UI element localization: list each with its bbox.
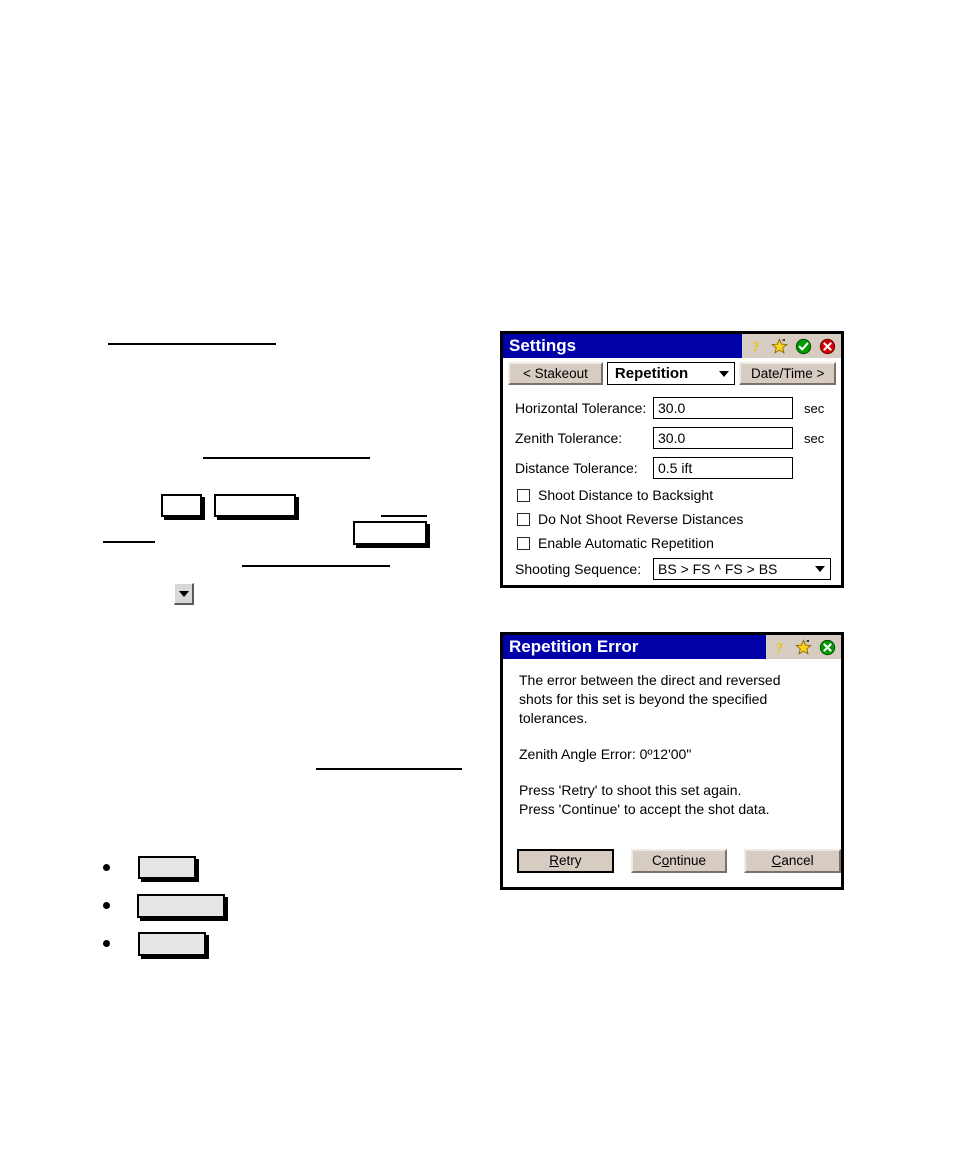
repetition-error-window: Repetition Error ? The error between the… — [500, 632, 844, 890]
distance-tolerance-row: Distance Tolerance: — [503, 453, 841, 483]
automatic-repetition-checkbox[interactable] — [517, 536, 530, 550]
error-message-body: The error between the direct and reverse… — [503, 659, 841, 819]
triangle-glyph — [178, 590, 189, 597]
list-bullet — [103, 940, 110, 947]
error-message-line-3: tolerances. — [519, 710, 588, 726]
no-reverse-distances-row[interactable]: Do Not Shoot Reverse Distances — [503, 507, 841, 531]
chevron-down-icon — [719, 370, 730, 377]
continue-label-rest: ntinue — [669, 853, 707, 868]
redacted-rule — [242, 565, 390, 567]
horizontal-tolerance-input[interactable] — [653, 397, 793, 419]
favorites-star-icon[interactable] — [771, 337, 788, 355]
redacted-button-placeholder — [161, 494, 202, 517]
retry-instruction: Press 'Retry' to shoot this set again. — [519, 782, 742, 798]
error-button-row: Retry Continue Cancel — [503, 849, 842, 873]
retry-button[interactable]: Retry — [517, 849, 614, 873]
close-icon[interactable] — [819, 639, 836, 656]
redacted-rule — [108, 343, 276, 345]
svg-text:?: ? — [776, 640, 783, 655]
repetition-settings-form: Horizontal Tolerance: sec Zenith Toleran… — [503, 388, 841, 583]
zenith-tolerance-row: Zenith Tolerance: sec — [503, 423, 841, 453]
settings-page-toolbar: < Stakeout Repetition Date/Time > — [503, 358, 841, 388]
error-title-icon-group: ? — [766, 635, 841, 659]
redacted-button-placeholder — [214, 494, 296, 517]
retry-label-rest: etry — [558, 853, 582, 868]
prev-page-button[interactable]: < Stakeout — [508, 362, 603, 385]
close-icon[interactable] — [819, 338, 836, 355]
list-bullet — [103, 902, 110, 909]
redacted-button-placeholder — [353, 521, 427, 545]
settings-window-title: Settings — [509, 336, 577, 355]
settings-title-bar: Settings ? — [503, 334, 841, 358]
continue-label-start: C — [651, 853, 662, 868]
accept-check-icon[interactable] — [795, 338, 812, 355]
redacted-button-placeholder — [138, 932, 206, 956]
error-message-line-2: shots for this set is beyond the specifi… — [519, 691, 768, 707]
help-icon[interactable]: ? — [771, 639, 788, 656]
redacted-rule — [381, 515, 427, 517]
settings-window: Settings ? < Stakeout Repetition Date/Ti… — [500, 331, 844, 588]
cancel-button[interactable]: Cancel — [744, 849, 842, 873]
shoot-distance-backsight-checkbox[interactable] — [517, 488, 530, 502]
shooting-sequence-value: BS > FS ^ FS > BS — [658, 561, 778, 577]
shoot-distance-backsight-row[interactable]: Shoot Distance to Backsight — [503, 483, 841, 507]
zenith-tolerance-input[interactable] — [653, 427, 793, 449]
shooting-sequence-label: Shooting Sequence: — [515, 561, 642, 577]
favorites-star-icon[interactable] — [795, 638, 812, 656]
automatic-repetition-row[interactable]: Enable Automatic Repetition — [503, 531, 841, 555]
redacted-button-placeholder — [137, 894, 225, 918]
redacted-rule — [203, 457, 370, 459]
error-window-title: Repetition Error — [509, 637, 639, 656]
horizontal-tolerance-label: Horizontal Tolerance: — [515, 400, 647, 416]
page-select[interactable]: Repetition — [606, 362, 736, 385]
chevron-down-icon[interactable] — [174, 583, 194, 605]
horizontal-tolerance-unit: sec — [804, 400, 825, 416]
shooting-sequence-select[interactable]: BS > FS ^ FS > BS — [653, 558, 831, 580]
page-select-value: Repetition — [614, 365, 689, 382]
zenith-tolerance-label: Zenith Tolerance: — [515, 430, 623, 446]
retry-accel-char: R — [549, 853, 559, 868]
svg-text:?: ? — [752, 339, 759, 354]
cancel-accel-char: C — [771, 853, 782, 868]
zenith-tolerance-unit: sec — [804, 430, 825, 446]
distance-tolerance-label: Distance Tolerance: — [515, 460, 638, 476]
distance-tolerance-input[interactable] — [653, 457, 793, 479]
automatic-repetition-label: Enable Automatic Repetition — [538, 535, 714, 551]
error-title-bar: Repetition Error ? — [503, 635, 841, 659]
cancel-label-rest: ancel — [781, 853, 814, 868]
help-icon[interactable]: ? — [747, 338, 764, 355]
error-message-line-1: The error between the direct and reverse… — [519, 672, 781, 688]
shooting-sequence-row: Shooting Sequence: BS > FS ^ FS > BS — [503, 555, 841, 583]
list-bullet — [103, 864, 110, 871]
next-page-button[interactable]: Date/Time > — [739, 362, 837, 385]
redacted-rule — [316, 768, 462, 770]
no-reverse-distances-label: Do Not Shoot Reverse Distances — [538, 511, 744, 527]
continue-instruction: Press 'Continue' to accept the shot data… — [519, 801, 770, 817]
redacted-button-placeholder — [138, 856, 196, 879]
continue-button[interactable]: Continue — [630, 849, 728, 873]
chevron-down-icon — [815, 566, 825, 572]
settings-title-icon-group: ? — [742, 334, 841, 358]
zenith-angle-error-value: Zenith Angle Error: 0º12'00" — [519, 746, 692, 762]
redacted-rule — [103, 541, 155, 543]
horizontal-tolerance-row: Horizontal Tolerance: sec — [503, 393, 841, 423]
no-reverse-distances-checkbox[interactable] — [517, 512, 530, 526]
shoot-distance-backsight-label: Shoot Distance to Backsight — [538, 487, 714, 503]
